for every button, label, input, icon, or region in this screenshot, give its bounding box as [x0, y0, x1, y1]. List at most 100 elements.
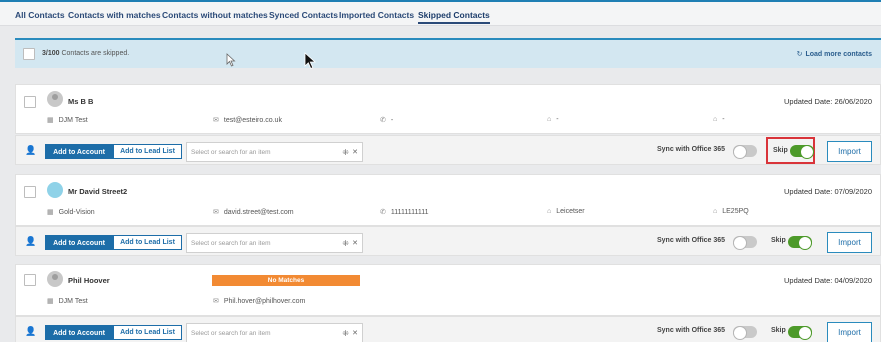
- contact-checkbox[interactable]: [24, 96, 36, 108]
- tab-imported-contacts[interactable]: Imported Contacts: [339, 10, 414, 20]
- add-to-lead-list-button[interactable]: Add to Lead List: [113, 235, 182, 250]
- assign-user-icon[interactable]: 👤: [25, 326, 36, 337]
- company-field: ▦ DJM Test: [47, 116, 88, 124]
- email-field: ✉ test@esteiro.co.uk: [213, 116, 282, 124]
- company-field: ▦ DJM Test: [47, 297, 88, 305]
- postcode-field: ⌂ LE25PQ: [713, 208, 749, 215]
- import-button[interactable]: Import: [827, 141, 872, 162]
- sync-toggle[interactable]: [733, 326, 757, 340]
- contact-checkbox[interactable]: [24, 274, 36, 286]
- skip-toggle[interactable]: [788, 326, 812, 340]
- contact-card: Mr David Street2 Updated Date: 07/09/202…: [15, 174, 881, 226]
- contact-action-bar: 👤 Add to Account Add to Lead List Select…: [15, 316, 881, 342]
- skipped-count: 3/100: [42, 50, 60, 57]
- contact-card: Phil Hoover No Matches Updated Date: 04/…: [15, 264, 881, 316]
- email-field: ✉ david.street@test.com: [213, 208, 294, 216]
- city-field: ⌂ -: [547, 116, 559, 123]
- updated-date: Updated Date: 07/09/2020: [784, 187, 872, 196]
- postcode-value: -: [722, 116, 725, 123]
- select-placeholder: Select or search for an item: [191, 240, 271, 247]
- contact-card: Ms B B Updated Date: 26/06/2020 ▦ DJM Tes…: [15, 84, 881, 134]
- city-field: ⌂ Leicetser: [547, 208, 585, 215]
- skip-toggle[interactable]: [790, 145, 814, 159]
- select-placeholder: Select or search for an item: [191, 149, 271, 156]
- company-value: DJM Test: [58, 117, 88, 124]
- clear-icon[interactable]: ✕: [352, 329, 358, 337]
- sync-label: Sync with Office 365: [657, 146, 726, 153]
- skip-control: Skip: [766, 318, 815, 342]
- skip-label: Skip: [771, 237, 786, 244]
- skip-label: Skip: [773, 147, 788, 154]
- contact-action-bar: 👤 Add to Account Add to Lead List Select…: [15, 226, 881, 256]
- sync-toggle[interactable]: [733, 145, 757, 159]
- clear-icon[interactable]: ✕: [352, 239, 358, 247]
- add-to-account-button[interactable]: Add to Account: [45, 325, 113, 340]
- email-icon: ✉: [213, 298, 219, 305]
- contact-tabs: All Contacts Contacts with matches Conta…: [0, 2, 881, 26]
- tab-contacts-with-matches[interactable]: Contacts with matches: [68, 10, 161, 20]
- updated-date: Updated Date: 04/09/2020: [784, 276, 872, 285]
- company-value: DJM Test: [58, 298, 88, 305]
- add-to-account-button[interactable]: Add to Account: [45, 144, 113, 159]
- email-field: ✉ Phil.hover@philhover.com: [213, 297, 305, 305]
- select-all-checkbox[interactable]: [23, 48, 35, 60]
- email-icon: ✉: [213, 209, 219, 216]
- load-more-link[interactable]: ↻ Load more contacts: [797, 50, 872, 58]
- tab-contacts-without-matches[interactable]: Contacts without matches: [162, 10, 268, 20]
- skipped-message: 3/100 Contacts are skipped.: [42, 50, 129, 57]
- skip-control: Skip: [766, 228, 815, 255]
- postcode-icon: ⌂: [713, 208, 718, 215]
- email-value: test@esteiro.co.uk: [223, 117, 282, 124]
- city-value: Leicetser: [556, 208, 585, 215]
- company-value: Gold-Vision: [58, 209, 95, 216]
- clear-icon[interactable]: ✕: [352, 148, 358, 156]
- postcode-value: LE25PQ: [722, 208, 749, 215]
- building-icon: ▦: [47, 209, 54, 216]
- sync-label: Sync with Office 365: [657, 327, 726, 334]
- contact-name: Phil Hoover: [68, 276, 110, 285]
- sync-label: Sync with Office 365: [657, 237, 726, 244]
- tab-all-contacts[interactable]: All Contacts: [15, 10, 65, 20]
- add-to-lead-list-button[interactable]: Add to Lead List: [113, 144, 182, 159]
- load-more-icon: ↻: [796, 51, 803, 58]
- no-matches-badge: No Matches: [212, 275, 360, 286]
- avatar: [47, 271, 63, 287]
- phone-value: -: [390, 117, 394, 124]
- skipped-text: Contacts are skipped.: [59, 50, 130, 57]
- sync-toggle[interactable]: [733, 236, 757, 250]
- grid-icon[interactable]: ⁜: [342, 239, 349, 248]
- grid-icon[interactable]: ⁜: [342, 148, 349, 157]
- location-icon: ⌂: [547, 208, 552, 215]
- search-select[interactable]: Select or search for an item ⁜ ✕: [186, 142, 363, 162]
- assign-user-icon[interactable]: 👤: [25, 236, 36, 247]
- contact-checkbox[interactable]: [24, 186, 36, 198]
- updated-date: Updated Date: 26/06/2020: [784, 97, 872, 106]
- import-button[interactable]: Import: [827, 322, 872, 342]
- phone-icon: ✆: [380, 209, 386, 216]
- tab-synced-contacts[interactable]: Synced Contacts: [269, 10, 338, 20]
- load-more-label: Load more contacts: [805, 51, 872, 58]
- add-to-account-button[interactable]: Add to Account: [45, 235, 113, 250]
- building-icon: ▦: [47, 117, 54, 124]
- search-select[interactable]: Select or search for an item ⁜ ✕: [186, 233, 363, 253]
- skip-toggle[interactable]: [788, 236, 812, 250]
- add-to-lead-list-button[interactable]: Add to Lead List: [113, 325, 182, 340]
- tab-skipped-contacts[interactable]: Skipped Contacts: [418, 10, 490, 24]
- search-select[interactable]: Select or search for an item ⁜ ✕: [186, 323, 363, 342]
- location-icon: ⌂: [547, 116, 552, 123]
- avatar: [47, 182, 63, 198]
- city-value: -: [556, 116, 559, 123]
- assign-user-icon[interactable]: 👤: [25, 145, 36, 156]
- postcode-field: ⌂ -: [713, 116, 725, 123]
- postcode-icon: ⌂: [713, 116, 718, 123]
- mouse-cursor-icon: [304, 52, 317, 70]
- skip-label: Skip: [771, 327, 786, 334]
- company-field: ▦ Gold-Vision: [47, 208, 95, 216]
- ghost-cursor-icon: [226, 53, 236, 67]
- grid-icon[interactable]: ⁜: [342, 329, 349, 338]
- select-placeholder: Select or search for an item: [191, 330, 271, 337]
- email-value: david.street@test.com: [223, 209, 294, 216]
- import-button[interactable]: Import: [827, 232, 872, 253]
- contact-name: Mr David Street2: [68, 187, 128, 196]
- phone-icon: ✆: [380, 117, 386, 124]
